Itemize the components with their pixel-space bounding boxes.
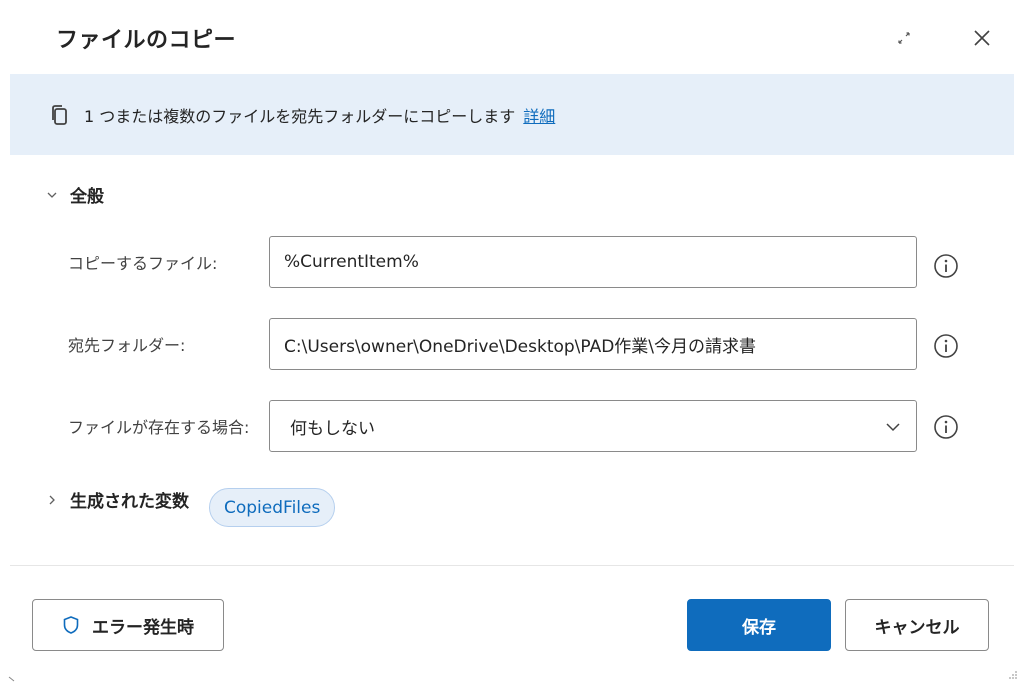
section-general-label: 全般 [70,187,104,207]
info-icon [934,334,958,358]
expand-button[interactable] [886,20,922,56]
variable-pill-copiedfiles[interactable]: CopiedFiles [209,488,336,527]
section-variables-toggle[interactable]: 生成された変数 [44,487,189,512]
chevron-down-icon [884,418,902,436]
section-variables-label: 生成された変数 [70,492,189,512]
destination-folder-input[interactable]: C:\Users\owner\OneDrive\Desktop\PAD作業\今月… [269,318,917,370]
files-to-copy-info-button[interactable] [932,252,960,280]
cancel-button[interactable]: キャンセル [845,599,989,651]
info-icon [934,415,958,439]
if-file-exists-label: ファイルが存在する場合: [68,418,250,437]
close-icon [974,30,990,46]
destination-folder-label: 宛先フォルダー: [68,336,186,355]
if-file-exists-select[interactable]: 何もしない [269,400,917,452]
on-error-label: エラー発生時 [92,617,194,638]
close-button[interactable] [964,20,1000,56]
info-icon [934,254,958,278]
corner-mark-icon [8,676,16,682]
shield-icon [62,615,80,635]
expand-icon [898,32,910,44]
details-link[interactable]: 詳細 [523,103,555,127]
footer-divider [10,565,1014,566]
files-to-copy-label: コピーするファイル: [68,254,218,273]
if-file-exists-value: 何もしない [290,418,375,439]
files-to-copy-input[interactable]: %CurrentItem% [269,236,917,288]
dialog-title: ファイルのコピー [56,28,237,53]
save-button[interactable]: 保存 [687,599,831,651]
chevron-down-icon [44,187,60,203]
banner-description: 1 つまたは複数のファイルを宛先フォルダーにコピーします [84,106,516,126]
if-file-exists-info-button[interactable] [932,413,960,441]
copy-file-dialog: ファイルのコピー 1 つまたは複数のファイルを宛先フォルダーにコピーします 詳細… [0,0,1024,683]
info-banner: 1 つまたは複数のファイルを宛先フォルダーにコピーします 詳細 [10,74,1014,155]
copy-icon [50,104,70,126]
destination-folder-info-button[interactable] [932,332,960,360]
chevron-right-icon [44,492,60,508]
on-error-button[interactable]: エラー発生時 [32,599,224,651]
resize-grip-icon[interactable] [1006,668,1018,680]
section-general-toggle[interactable]: 全般 [44,182,104,207]
